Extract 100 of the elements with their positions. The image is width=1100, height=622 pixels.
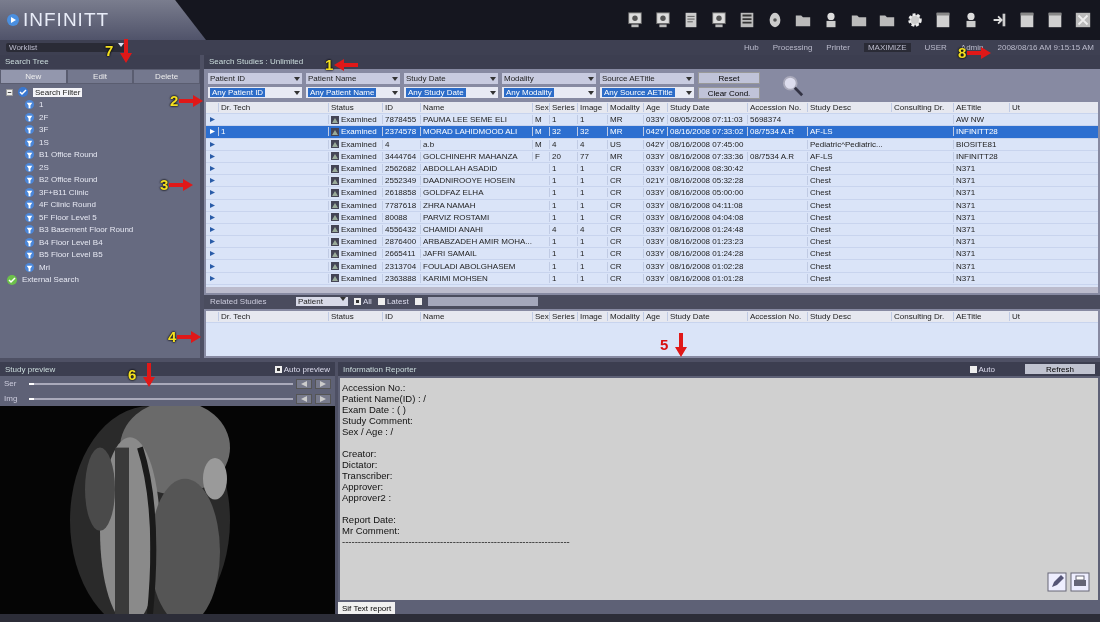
collapse-icon[interactable] [6, 88, 13, 96]
tree-item[interactable]: 3F [39, 125, 49, 135]
study-row[interactable]: Examined 2363888 KARIMI MOHSEN 1 1 CR 033Y 08/16/2008 01:01:28 Chest N371 [206, 272, 1098, 285]
slider[interactable] [29, 382, 293, 385]
study-row[interactable]: Examined 7787618 ZHRA NAMAH 1 1 CR 033Y 08/16/2008 04:11:08 Chest N371 [206, 199, 1098, 212]
caret-icon[interactable] [490, 76, 496, 81]
monitor-icon[interactable] [654, 11, 672, 29]
study-row[interactable]: Examined 2618858 GOLDFAZ ELHA 1 1 CR 033Y 08/16/2008 05:00:00 Chest N371 [206, 187, 1098, 200]
caret-icon[interactable] [686, 90, 692, 95]
column-header[interactable]: Ut [1009, 311, 1033, 321]
study-row[interactable]: 1 Examined 2374578 MORAD LAHIDMOOD ALI M 32 32 MR 042Y 08/16/2008 07:33:02 08/7534 A.R AF-LS INFINITT28 [206, 126, 1098, 139]
caret-icon[interactable] [588, 76, 594, 81]
caret-icon[interactable] [294, 90, 300, 95]
study-row[interactable]: Examined 2552349 DAADNIROOYE HOSEIN 1 1 CR 021Y 08/16/2008 05:32:28 Chest N371 [206, 175, 1098, 188]
caret-icon[interactable] [118, 43, 124, 47]
value-select[interactable]: Any Source AETitle [600, 87, 694, 98]
value-select[interactable]: Any Patient ID [208, 87, 302, 98]
monitor-icon[interactable] [710, 11, 728, 29]
field-select[interactable]: Study Date [404, 73, 498, 84]
value-select[interactable]: Any Patient Name [306, 87, 400, 98]
column-header[interactable]: Age [643, 311, 667, 321]
tree-item[interactable]: B4 Floor Level B4 [39, 237, 103, 247]
column-header[interactable]: Name [420, 103, 532, 113]
checkbox[interactable] [354, 298, 361, 306]
column-header[interactable]: Name [420, 311, 532, 321]
column-header[interactable]: Sex [532, 311, 549, 321]
layout-select[interactable]: MAXIMIZE [863, 43, 911, 52]
next-button[interactable] [315, 378, 331, 389]
gear-icon[interactable] [906, 11, 924, 29]
status-item[interactable]: Hub [744, 43, 759, 52]
column-header[interactable]: Consulting Dr. [891, 103, 953, 113]
checkbox[interactable] [414, 298, 422, 306]
checkbox[interactable] [969, 365, 977, 373]
tree-item[interactable]: 1S [39, 137, 49, 147]
monitor-icon[interactable] [626, 11, 644, 29]
refresh-button[interactable]: Refresh [1025, 364, 1095, 374]
column-header[interactable]: AETitle [953, 103, 1009, 113]
column-header[interactable]: Sex [532, 103, 549, 113]
edit-icon[interactable] [1047, 572, 1067, 592]
column-header[interactable]: Consulting Dr. [891, 311, 953, 321]
tree-item[interactable]: Mri [39, 262, 51, 272]
field-select[interactable]: Modality [502, 73, 596, 84]
column-header[interactable]: Accession No. [747, 311, 807, 321]
caret-icon[interactable] [588, 90, 594, 95]
window-icon[interactable] [934, 11, 952, 29]
window-icon[interactable] [1018, 11, 1036, 29]
previous-button[interactable] [296, 393, 312, 404]
column-header[interactable]: Dr. Tech [218, 103, 328, 113]
field-select[interactable]: Patient ID [208, 73, 302, 84]
close-icon[interactable] [1074, 11, 1092, 29]
study-row[interactable]: Examined 2876400 ARBABZADEH AMIR MOHA... 1 1 CR 033Y 08/16/2008 01:23:23 Chest N371 [206, 236, 1098, 249]
caret-icon[interactable] [340, 297, 346, 302]
column-header[interactable]: AETitle [953, 311, 1009, 321]
input-field[interactable] [427, 297, 538, 307]
column-header[interactable]: Dr. Tech [218, 311, 328, 321]
checkbox[interactable] [274, 365, 282, 373]
column-header[interactable]: Accession No. [747, 103, 807, 113]
tree-item[interactable]: 4F Clinic Round [39, 200, 96, 210]
caret-icon[interactable] [392, 76, 398, 81]
tree-item[interactable]: 2S [39, 162, 49, 172]
tree-item[interactable]: B1 Office Round [39, 150, 98, 160]
column-header[interactable]: Series [549, 103, 577, 113]
column-header[interactable]: Modality [607, 311, 643, 321]
filter-button[interactable]: Reset [698, 72, 760, 84]
tree-tab[interactable]: Delete [133, 69, 200, 84]
report-tab[interactable]: Sif Text report [338, 602, 396, 614]
study-row[interactable]: Examined 2313704 FOULADI ABOLGHASEM 1 1 CR 033Y 08/16/2008 01:02:28 Chest N371 [206, 260, 1098, 273]
tree-item[interactable]: Search Filter [33, 87, 83, 97]
column-header[interactable]: Age [643, 103, 667, 113]
value-select[interactable]: Any Study Date [404, 87, 498, 98]
tree-item[interactable]: 1 [39, 100, 44, 110]
value-select[interactable]: Any Modality [502, 87, 596, 98]
previous-button[interactable] [296, 378, 312, 389]
caret-icon[interactable] [686, 76, 692, 81]
column-header[interactable]: ID [382, 311, 420, 321]
column-header[interactable]: Series [549, 311, 577, 321]
column-header[interactable]: Image [577, 103, 607, 113]
study-row[interactable]: Examined 3444764 GOLCHINEHR MAHANZA F 20 77 MR 033Y 08/16/2008 07:33:36 08/7534 A.R AF-LS INFINITT28 [206, 150, 1098, 163]
column-header[interactable]: Study Date [667, 103, 747, 113]
column-header[interactable]: Study Date [667, 311, 747, 321]
study-row[interactable]: Examined 4556432 CHAMIDI ANAHI 4 4 CR 033Y 08/16/2008 01:24:48 Chest N371 [206, 223, 1098, 237]
column-header[interactable]: Study Desc [807, 311, 891, 321]
tree-item[interactable]: 2F [39, 112, 49, 122]
tree-item[interactable]: 3F+B11 Clinic [39, 187, 89, 197]
status-item[interactable]: Processing [772, 43, 813, 52]
tree-item[interactable]: B2 Office Round [39, 175, 98, 185]
checkbox[interactable] [377, 298, 385, 306]
tree-item[interactable]: B5 Floor Level B5 [39, 250, 103, 260]
caret-icon[interactable] [490, 90, 496, 95]
column-header[interactable]: Study Desc [807, 103, 891, 113]
next-button[interactable] [315, 393, 331, 404]
column-header[interactable]: Status [328, 311, 382, 321]
tree-item[interactable]: B3 Basement Floor Round [39, 225, 134, 235]
field-select[interactable]: Patient Name [306, 73, 400, 84]
column-header[interactable]: Ut [1009, 103, 1033, 113]
list-icon[interactable] [738, 11, 756, 29]
filter-button[interactable]: Clear Cond. [698, 87, 760, 99]
column-header[interactable]: Modality [607, 103, 643, 113]
column-header[interactable]: Status [328, 103, 382, 113]
relation-select[interactable]: Patient [296, 297, 348, 307]
